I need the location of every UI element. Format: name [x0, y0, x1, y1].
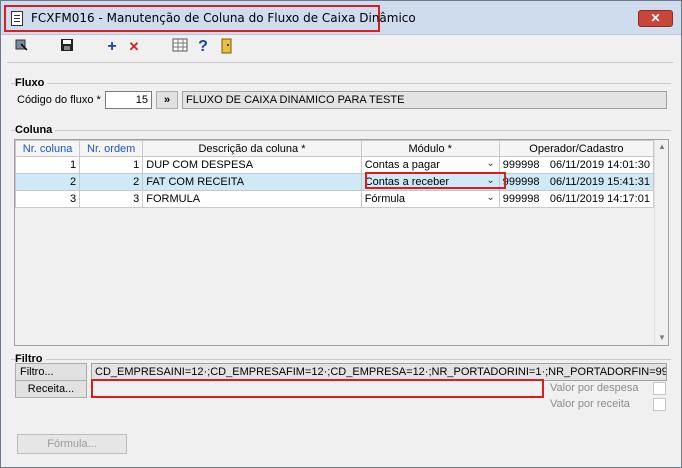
table-header-row: Nr. coluna Nr. ordem Descrição da coluna…: [15, 140, 654, 157]
fluxo-lookup-button[interactable]: »: [156, 91, 178, 109]
cell-operador: 999998: [498, 190, 548, 208]
valor-receita-label: Valor por receita: [550, 398, 630, 410]
fluxo-code-field[interactable]: 15: [105, 91, 152, 109]
cell-descricao[interactable]: DUP COM DESPESA: [142, 156, 362, 174]
pointer-icon[interactable]: [13, 38, 31, 56]
header-nr-ordem[interactable]: Nr. ordem: [79, 140, 144, 157]
main-window: FCXFM016 - Manutenção de Coluna do Fluxo…: [0, 0, 682, 468]
valor-despesa-checkbox[interactable]: [653, 382, 666, 395]
formula-button[interactable]: Fórmula...: [17, 434, 127, 454]
cell-nr-coluna[interactable]: 3: [15, 190, 81, 208]
cell-modulo-select[interactable]: Fórmula ⌄: [360, 190, 500, 208]
exit-icon[interactable]: [218, 38, 236, 56]
cell-nr-coluna[interactable]: 1: [15, 156, 81, 174]
modulo-value: Fórmula: [364, 193, 406, 205]
fluxo-group-border: [11, 83, 671, 84]
fluxo-code-label: Código do fluxo *: [17, 94, 101, 106]
cell-modulo-select[interactable]: Contas a receber ⌄: [360, 173, 500, 191]
cell-nr-ordem[interactable]: 2: [79, 173, 144, 191]
coluna-group-border: [11, 130, 671, 131]
document-icon: [11, 11, 23, 26]
scroll-down-icon[interactable]: ▼: [655, 331, 669, 345]
window-title: FCXFM016 - Manutenção de Coluna do Fluxo…: [31, 11, 416, 25]
add-icon[interactable]: +: [103, 38, 121, 56]
delete-icon[interactable]: ✕: [125, 38, 143, 56]
modulo-value: Contas a receber: [364, 176, 450, 188]
cell-cadastro: 06/11/2019 14:01:30: [547, 156, 654, 174]
cell-modulo-select[interactable]: Contas a pagar ⌄: [360, 156, 500, 174]
toolbar: + ✕ ?: [1, 35, 681, 59]
chevron-down-icon[interactable]: ⌄: [486, 192, 494, 203]
cell-nr-ordem[interactable]: 1: [79, 156, 144, 174]
chevron-down-icon[interactable]: ⌄: [486, 158, 494, 169]
header-modulo[interactable]: Módulo *: [360, 140, 500, 157]
cell-cadastro: 06/11/2019 14:17:01: [547, 190, 654, 208]
cell-nr-ordem[interactable]: 3: [79, 190, 144, 208]
toolbar-separator: [7, 62, 673, 63]
columns-grid: Nr. coluna Nr. ordem Descrição da coluna…: [14, 139, 669, 346]
receita-button[interactable]: Receita...: [15, 380, 87, 398]
header-operador-cadastro[interactable]: Operador/Cadastro: [498, 140, 654, 157]
valor-despesa-label: Valor por despesa: [550, 382, 639, 394]
cell-descricao[interactable]: FORMULA: [142, 190, 362, 208]
table-row-selected[interactable]: 2 2 FAT COM RECEITA Contas a receber ⌄ 99…: [15, 173, 654, 191]
header-descricao[interactable]: Descrição da coluna *: [142, 140, 362, 157]
grid-icon[interactable]: [171, 38, 189, 56]
table-row[interactable]: 1 1 DUP COM DESPESA Contas a pagar ⌄ 9999…: [15, 156, 654, 174]
fluxo-group-label: Fluxo: [15, 77, 48, 89]
chevron-down-icon[interactable]: ⌄: [486, 175, 494, 186]
grid-vertical-scrollbar[interactable]: ▲ ▼: [654, 140, 668, 345]
valor-receita-checkbox[interactable]: [653, 398, 666, 411]
header-nr-coluna[interactable]: Nr. coluna: [15, 140, 81, 157]
title-bar: FCXFM016 - Manutenção de Coluna do Fluxo…: [1, 1, 681, 35]
modulo-value: Contas a pagar: [364, 159, 440, 171]
scroll-up-icon[interactable]: ▲: [655, 140, 669, 154]
cell-nr-coluna[interactable]: 2: [15, 173, 81, 191]
save-icon[interactable]: [58, 38, 76, 56]
filtro-group-border: [11, 359, 671, 360]
cell-operador: 999998: [498, 173, 548, 191]
help-icon[interactable]: ?: [194, 38, 212, 56]
receita-highlight-box: [91, 379, 544, 398]
columns-table: Nr. coluna Nr. ordem Descrição da coluna…: [15, 140, 654, 208]
close-button[interactable]: ✕: [638, 10, 673, 27]
cell-operador: 999998: [498, 156, 548, 174]
table-row[interactable]: 3 3 FORMULA Fórmula ⌄ 999998 06/11/2019 1…: [15, 190, 654, 208]
fluxo-description-field: FLUXO DE CAIXA DINAMICO PARA TESTE: [182, 91, 667, 109]
cell-descricao[interactable]: FAT COM RECEITA: [142, 173, 362, 191]
cell-cadastro: 06/11/2019 15:41:31: [547, 173, 654, 191]
filtro-button[interactable]: Filtro...: [15, 363, 87, 381]
coluna-group-label: Coluna: [15, 124, 56, 136]
